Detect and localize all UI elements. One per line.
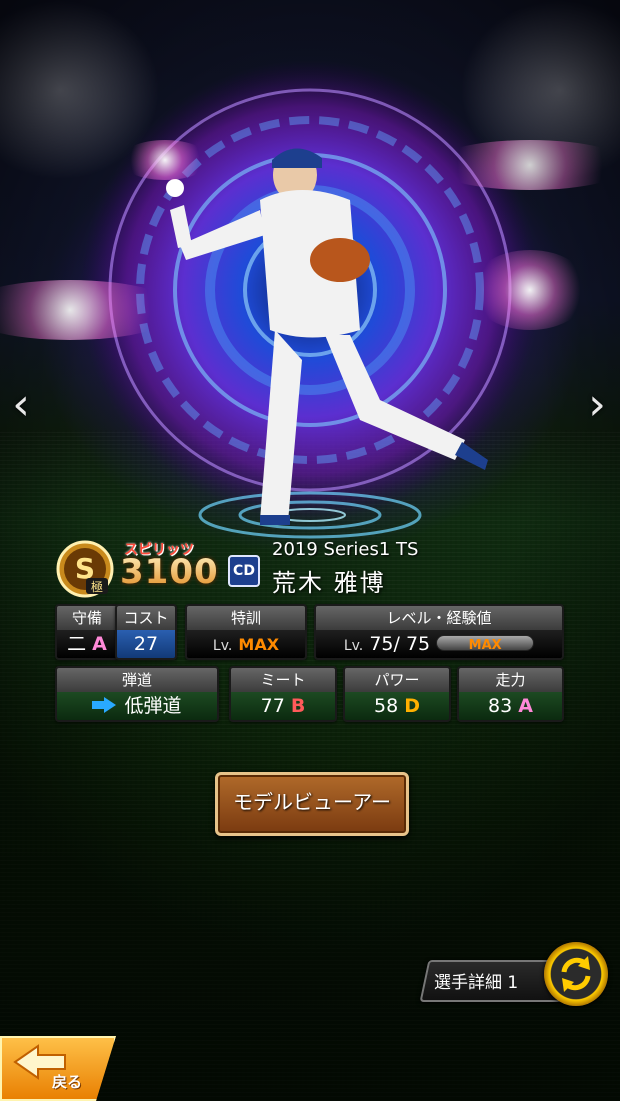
cycle-button[interactable] [544, 942, 608, 1006]
contact-header: ミート [231, 668, 335, 692]
trajectory-value: 低弾道 [57, 692, 217, 720]
power-number: 58 [373, 695, 399, 717]
defense-position: 二 [67, 633, 87, 655]
xp-bar: MAX [436, 634, 535, 653]
trajectory-arrow-head [104, 696, 117, 713]
model-viewer-button[interactable]: モデルビューアー [215, 772, 409, 836]
defense-value: 二 A [57, 630, 117, 658]
level-current: 75 [369, 633, 394, 655]
speed-number: 83 [488, 695, 513, 717]
rank-sub: 極 [91, 579, 103, 594]
light-flare [430, 140, 620, 190]
level-lv-prefix: Lv. [343, 638, 364, 654]
defense-box: 守備 二 A [55, 604, 119, 660]
level-box: レベル・経験値 Lv. 75/ 75 MAX [314, 604, 564, 660]
chevron-left-icon: ‹ [12, 379, 30, 430]
trajectory-arrow-icon [92, 700, 105, 709]
training-value: Lv. MAX [187, 630, 305, 658]
speed-grade: A [518, 695, 533, 717]
card-series: 2019 Series1 TS [272, 539, 419, 560]
cost-header: コスト [117, 606, 175, 630]
prev-player-button[interactable]: ‹ [4, 380, 38, 430]
level-header: レベル・経験値 [316, 606, 562, 630]
power-value: 58 D [345, 692, 449, 720]
contact-number: 77 [260, 695, 285, 717]
speed-header: 走力 [459, 668, 562, 692]
level-max: 75 [405, 633, 431, 655]
contact-box: ミート 77 B [229, 666, 337, 722]
power-grade: D [404, 695, 420, 717]
level-separator: / [393, 633, 400, 655]
trajectory-box: 弾道 低弾道 [55, 666, 219, 722]
contact-grade: B [290, 695, 306, 717]
cost-value: 27 [117, 630, 175, 658]
spirits-value: 3100 [120, 552, 219, 592]
refresh-icon [561, 956, 591, 992]
player-detail-label[interactable]: 選手詳細 1 [434, 968, 518, 993]
defense-header: 守備 [57, 606, 117, 630]
cost-box: コスト 27 [115, 604, 177, 660]
defense-grade: A [92, 633, 107, 655]
back-label[interactable]: 戻る [52, 1071, 82, 1092]
speed-value: 83 A [459, 692, 562, 720]
trajectory-text: 低弾道 [124, 695, 182, 717]
training-max: MAX [238, 635, 280, 654]
power-box: パワー 58 D [343, 666, 451, 722]
team-logo: CD [228, 555, 260, 587]
trajectory-header: 弾道 [57, 668, 217, 692]
level-value: Lv. 75/ 75 MAX [316, 630, 562, 658]
power-header: パワー [345, 668, 449, 692]
light-flare [470, 250, 590, 330]
contact-value: 77 B [231, 692, 335, 720]
light-flare [120, 140, 210, 180]
rank-badge-icon: S 極 [56, 540, 114, 598]
xp-max: MAX [468, 637, 502, 653]
player-name: 荒木 雅博 [272, 569, 386, 597]
chevron-right-icon: › [588, 379, 606, 430]
training-header: 特訓 [187, 606, 305, 630]
training-box: 特訓 Lv. MAX [185, 604, 307, 660]
training-lv-prefix: Lv. [212, 638, 233, 654]
next-player-button[interactable]: › [580, 380, 614, 430]
speed-box: 走力 83 A [457, 666, 564, 722]
